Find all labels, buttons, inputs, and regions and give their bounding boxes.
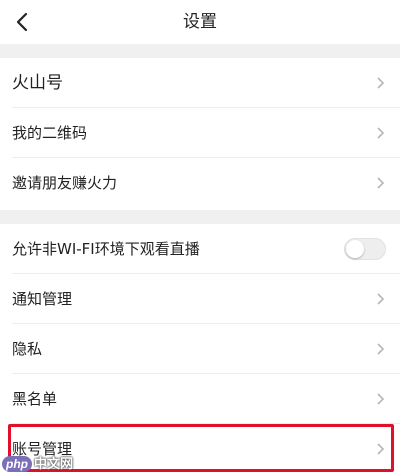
settings-group-account: 火山号 我的二维码 邀请朋友赚火力 [0, 58, 400, 210]
chevron-right-icon [377, 177, 385, 189]
chevron-right-icon [377, 77, 385, 89]
toggle-knob [346, 240, 364, 258]
chevron-right-icon [377, 393, 385, 405]
settings-item-blacklist[interactable]: 黑名单 [0, 374, 400, 424]
settings-item-privacy[interactable]: 隐私 [0, 324, 400, 374]
watermark: php 中文网 [2, 453, 73, 475]
watermark-badge: php [2, 456, 32, 472]
settings-item-label: 通知管理 [12, 290, 73, 308]
chevron-right-icon [377, 293, 385, 305]
settings-group-general: 允许非WI-FI环境下观看直播 通知管理 隐私 黑名单 账号管理 [0, 224, 400, 476]
chevron-right-icon [377, 127, 385, 139]
section-gap [0, 210, 400, 224]
watermark-text: 中文网 [34, 456, 74, 471]
settings-item-qr-code[interactable]: 我的二维码 [0, 108, 400, 158]
settings-item-label: 黑名单 [12, 390, 58, 408]
settings-item-huoshan-id[interactable]: 火山号 [0, 58, 400, 108]
settings-item-label: 允许非WI-FI环境下观看直播 [12, 240, 200, 258]
section-gap [0, 44, 400, 58]
settings-item-non-wifi-live: 允许非WI-FI环境下观看直播 [0, 224, 400, 274]
nav-bar: 设置 [0, 0, 400, 44]
settings-item-label: 火山号 [12, 73, 63, 93]
chevron-right-icon [377, 443, 385, 455]
settings-item-label: 我的二维码 [12, 124, 88, 142]
non-wifi-live-toggle[interactable] [344, 238, 386, 260]
settings-item-notifications[interactable]: 通知管理 [0, 274, 400, 324]
settings-item-invite-friends[interactable]: 邀请朋友赚火力 [0, 158, 400, 208]
chevron-right-icon [377, 343, 385, 355]
settings-item-label: 隐私 [12, 340, 43, 358]
settings-item-label: 邀请朋友赚火力 [12, 174, 118, 192]
page-title: 设置 [183, 12, 217, 32]
